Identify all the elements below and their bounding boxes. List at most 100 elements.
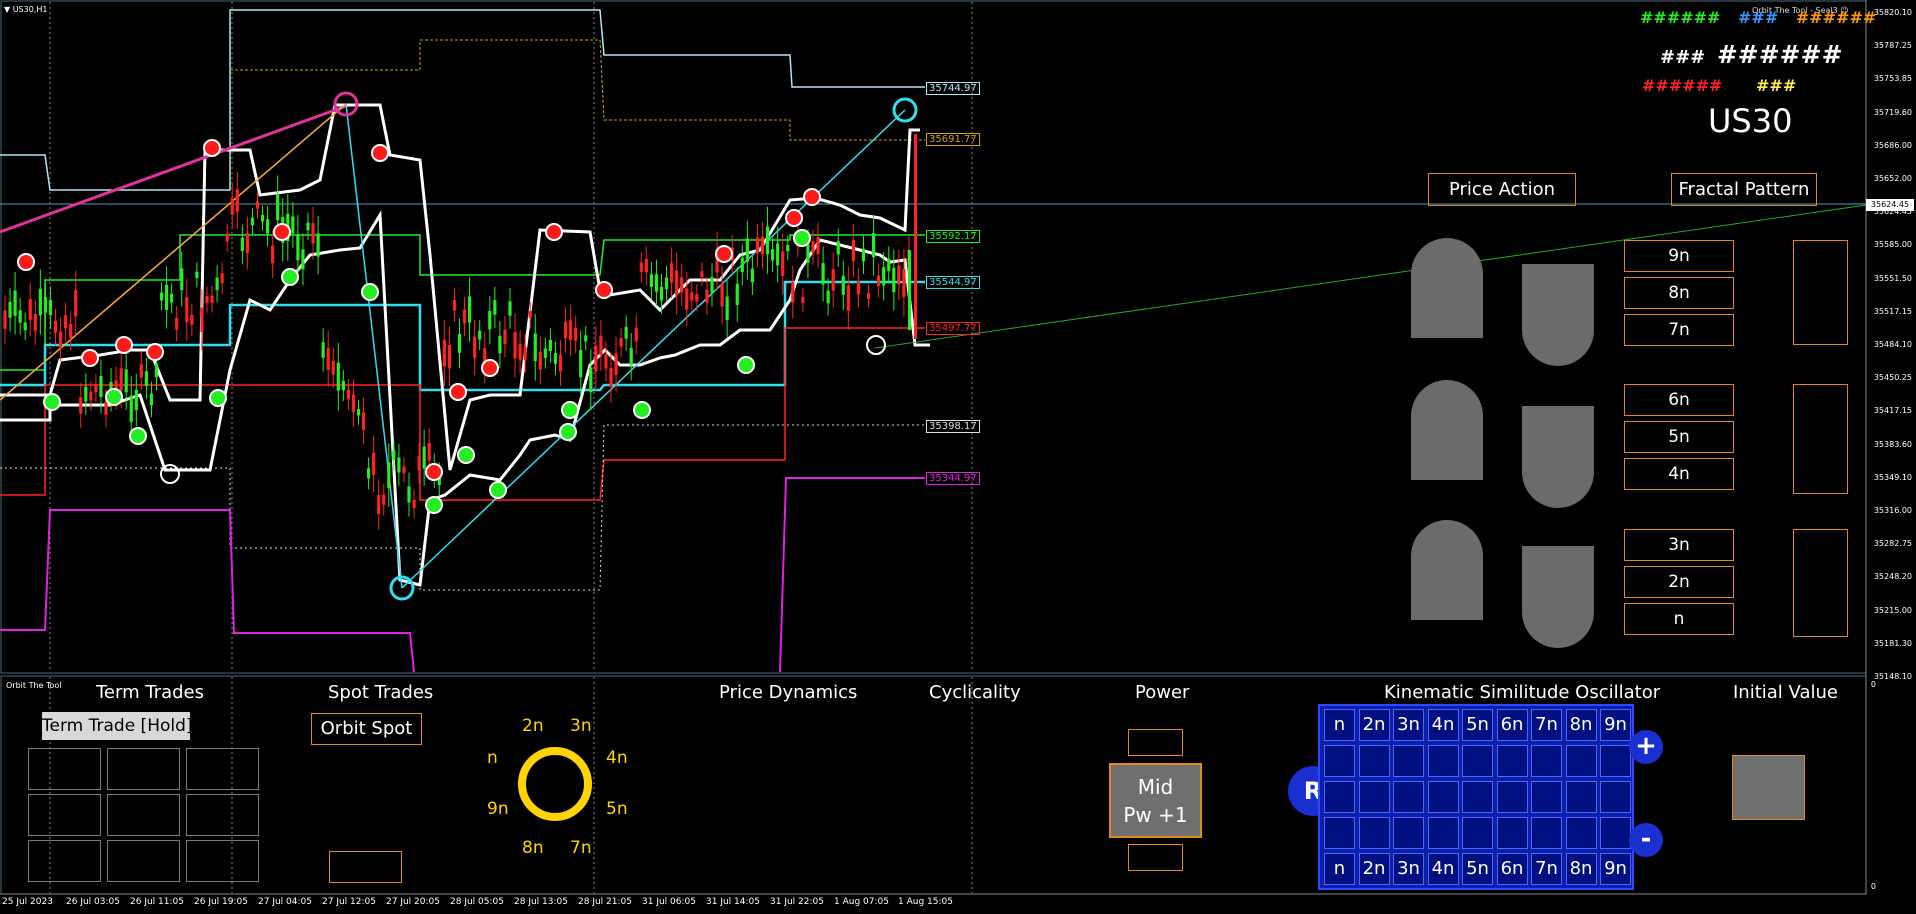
candle-body — [563, 321, 568, 339]
candle-body — [846, 285, 850, 311]
term-trade-slot[interactable] — [107, 748, 180, 790]
term-trade-slot[interactable] — [28, 794, 101, 836]
kinematic-cell-label[interactable]: 5n — [1462, 853, 1493, 885]
pattern-2n-button[interactable]: 2n — [1624, 566, 1734, 598]
kinematic-cell[interactable] — [1358, 817, 1390, 849]
kinematic-cell[interactable] — [1358, 781, 1390, 813]
kinematic-cell-label[interactable]: 2n — [1358, 853, 1390, 885]
candle-body — [200, 307, 204, 333]
kinematic-cell[interactable] — [1531, 781, 1562, 813]
kinematic-cell-label[interactable]: 6n — [1496, 853, 1528, 885]
kinematic-cell-label[interactable]: 9n — [1600, 709, 1631, 741]
kinematic-cell-label[interactable]: 5n — [1462, 709, 1493, 741]
kinematic-cell[interactable] — [1324, 745, 1355, 777]
power-lower-slot[interactable] — [1128, 844, 1183, 871]
kinematic-cell[interactable] — [1531, 745, 1562, 777]
pattern-8n-button[interactable]: 8n — [1624, 277, 1734, 309]
fractal-up-marker — [273, 223, 291, 241]
pattern-9n-button[interactable]: 9n — [1624, 240, 1734, 272]
kinematic-cell-label[interactable]: n — [1324, 709, 1355, 741]
kinematic-cell[interactable] — [1531, 817, 1562, 849]
candle-body — [8, 301, 12, 318]
kinematic-heading: Kinematic Similitude Oscillator — [1384, 682, 1661, 703]
kinematic-cell[interactable] — [1600, 745, 1631, 777]
term-trade-hold-button[interactable]: Term Trade [Hold] — [42, 712, 190, 740]
candle-body — [276, 194, 280, 221]
kinematic-cell-label[interactable]: 7n — [1531, 709, 1562, 741]
candle-body — [361, 412, 366, 430]
kinematic-cell[interactable] — [1565, 817, 1597, 849]
kinematic-cell[interactable] — [1565, 781, 1597, 813]
kinematic-cell-label[interactable]: 4n — [1427, 709, 1459, 741]
kinematic-cell[interactable] — [1462, 745, 1493, 777]
candle-body — [28, 299, 32, 320]
power-mid-button[interactable]: Mid Pw +1 — [1109, 763, 1202, 838]
kinematic-cell[interactable] — [1600, 817, 1631, 849]
fractal-slot-2[interactable] — [1793, 384, 1848, 494]
fractal-slot-1[interactable] — [1793, 240, 1848, 345]
kinematic-cell[interactable] — [1324, 817, 1355, 849]
cycle-n-label: n — [487, 748, 498, 768]
spot-trade-slot[interactable] — [329, 851, 402, 883]
pattern-n-button[interactable]: n — [1624, 603, 1734, 635]
orbit-spot-button[interactable]: Orbit Spot — [311, 713, 422, 745]
candle-body — [382, 494, 386, 505]
zigzag-1 — [345, 103, 403, 589]
kinematic-cell-label[interactable]: n — [1324, 853, 1355, 885]
kinematic-cell-label[interactable]: 3n — [1393, 853, 1424, 885]
kinematic-cell[interactable] — [1393, 781, 1424, 813]
kinematic-cell-label[interactable]: 8n — [1565, 709, 1597, 741]
price-action-button[interactable]: Price Action — [1428, 173, 1576, 206]
kinematic-cell-label[interactable]: 8n — [1565, 853, 1597, 885]
kinematic-cell[interactable] — [1393, 817, 1424, 849]
candle-body — [397, 457, 401, 473]
kinematic-cell-label[interactable]: 3n — [1393, 709, 1424, 741]
kinematic-cell[interactable] — [1462, 781, 1493, 813]
kinematic-cell-label[interactable]: 6n — [1496, 709, 1528, 741]
candle-body — [129, 395, 133, 422]
plus-button[interactable]: + — [1629, 730, 1663, 764]
price-action-arch-icon — [1411, 238, 1483, 338]
kinematic-cell[interactable] — [1393, 745, 1424, 777]
y-axis-label: 35719.60 — [1873, 107, 1912, 117]
y-axis-label: 35383.60 — [1873, 439, 1912, 449]
pattern-5n-button[interactable]: 5n — [1624, 421, 1734, 453]
kinematic-cell-label[interactable]: 4n — [1427, 853, 1459, 885]
kinematic-cell[interactable] — [1496, 781, 1528, 813]
kinematic-cell[interactable] — [1496, 745, 1528, 777]
kinematic-cell[interactable] — [1600, 781, 1631, 813]
pattern-3n-button[interactable]: 3n — [1624, 529, 1734, 561]
kinematic-cell[interactable] — [1427, 781, 1459, 813]
term-trade-slot[interactable] — [186, 840, 259, 882]
pattern-6n-button[interactable]: 6n — [1624, 384, 1734, 416]
candle-body — [473, 336, 477, 359]
term-trade-slot[interactable] — [186, 748, 259, 790]
kinematic-cell[interactable] — [1565, 745, 1597, 777]
kinematic-cell-label[interactable]: 9n — [1600, 853, 1631, 885]
candle-body — [170, 293, 174, 303]
candle-body — [468, 296, 472, 323]
term-trade-slot[interactable] — [28, 748, 101, 790]
kinematic-cell[interactable] — [1427, 745, 1459, 777]
power-upper-slot[interactable] — [1128, 729, 1183, 756]
initial-value-box[interactable] — [1732, 755, 1805, 820]
pattern-7n-button[interactable]: 7n — [1624, 314, 1734, 346]
term-trade-slot[interactable] — [107, 794, 180, 836]
kinematic-cell[interactable] — [1427, 817, 1459, 849]
pattern-4n-button[interactable]: 4n — [1624, 458, 1734, 490]
term-trade-slot[interactable] — [28, 840, 101, 882]
candle-body — [195, 271, 199, 279]
kinematic-cell[interactable] — [1358, 745, 1390, 777]
term-trade-slot[interactable] — [107, 840, 180, 882]
kinematic-cell[interactable] — [1324, 781, 1355, 813]
term-trade-slot[interactable] — [186, 794, 259, 836]
kinematic-cell-label[interactable]: 7n — [1531, 853, 1562, 885]
fractal-slot-3[interactable] — [1793, 529, 1848, 637]
kinematic-cell-label[interactable]: 2n — [1358, 709, 1390, 741]
candle-body — [124, 369, 128, 393]
fractal-pattern-button[interactable]: Fractal Pattern — [1671, 173, 1817, 206]
chart-menu-icon[interactable]: ▼ — [4, 5, 10, 14]
kinematic-cell[interactable] — [1496, 817, 1528, 849]
minus-button[interactable]: - — [1629, 823, 1663, 857]
kinematic-cell[interactable] — [1462, 817, 1493, 849]
